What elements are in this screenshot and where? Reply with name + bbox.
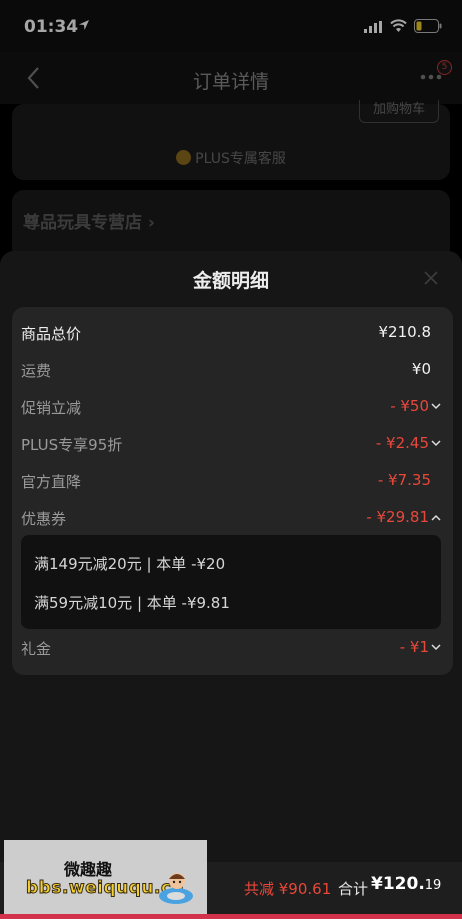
close-icon[interactable] <box>424 271 438 285</box>
watermark-title: 微趣趣 <box>64 860 113 879</box>
row-label: 官方直降 <box>21 473 82 491</box>
row-value: - ¥29.81 <box>366 508 429 526</box>
row-label: 运费 <box>21 362 52 380</box>
row-value: ¥210.8 <box>378 323 432 341</box>
row-label: PLUS专享95折 <box>21 436 123 454</box>
bottom-accent-strip <box>0 914 462 919</box>
total-label: 合计 <box>338 880 369 898</box>
row-value: - ¥1 <box>399 638 429 656</box>
row-value: - ¥2.45 <box>375 434 429 452</box>
total-amount-int: ¥120. <box>371 874 425 894</box>
chevron-up-icon <box>431 514 441 521</box>
row-value: - ¥50 <box>390 397 429 415</box>
row-label: 促销立减 <box>21 399 82 417</box>
amount-detail-card: 商品总价 ¥210.8 运费 ¥0 促销立减 - ¥50 PLUS专享95折 -… <box>12 307 453 675</box>
total-amount-decimal: 19 <box>424 878 442 893</box>
amount-detail-sheet: 金额明细 商品总价 ¥210.8 运费 ¥0 促销立减 - ¥50 PLUS专享… <box>0 251 462 919</box>
row-label: 商品总价 <box>21 325 82 343</box>
chevron-down-icon <box>431 440 441 447</box>
chevron-down-icon <box>431 403 441 410</box>
chevron-down-icon <box>431 644 441 651</box>
row-shipping: 运费 ¥0 <box>12 360 453 384</box>
row-value: ¥0 <box>411 360 431 378</box>
row-coupon[interactable]: 优惠券 - ¥29.81 <box>12 508 453 532</box>
row-goods-total: 商品总价 ¥210.8 <box>12 323 453 347</box>
coupon-line: 满149元减20元 | 本单 -¥20 <box>34 555 226 573</box>
row-gift-money[interactable]: 礼金 - ¥1 <box>12 638 453 662</box>
row-label: 礼金 <box>21 640 52 658</box>
row-official-reduction: 官方直降 - ¥7.35 <box>12 471 453 495</box>
watermark: 微趣趣 bbs.weiququ.cn <box>4 840 207 914</box>
coupon-detail-box: 满149元减20元 | 本单 -¥20 满59元减10元 | 本单 -¥9.81 <box>21 535 441 629</box>
mascot-icon <box>159 873 193 904</box>
row-plus-discount[interactable]: PLUS专享95折 - ¥2.45 <box>12 434 453 458</box>
total-amount: ¥120.19 <box>371 874 441 894</box>
total-discount: 共减 ¥90.61 <box>244 880 332 898</box>
sheet-title: 金额明细 <box>192 270 269 292</box>
coupon-line: 满59元减10元 | 本单 -¥9.81 <box>34 594 230 612</box>
row-value-expandable[interactable]: - ¥1 <box>400 638 441 656</box>
row-value-expandable[interactable]: - ¥2.45 <box>376 434 441 452</box>
row-promotion[interactable]: 促销立减 - ¥50 <box>12 397 453 421</box>
row-label: 优惠券 <box>21 510 67 528</box>
row-value-expandable[interactable]: - ¥29.81 <box>366 508 441 526</box>
row-value-expandable[interactable]: - ¥50 <box>390 397 441 415</box>
row-value: - ¥7.35 <box>377 471 431 489</box>
